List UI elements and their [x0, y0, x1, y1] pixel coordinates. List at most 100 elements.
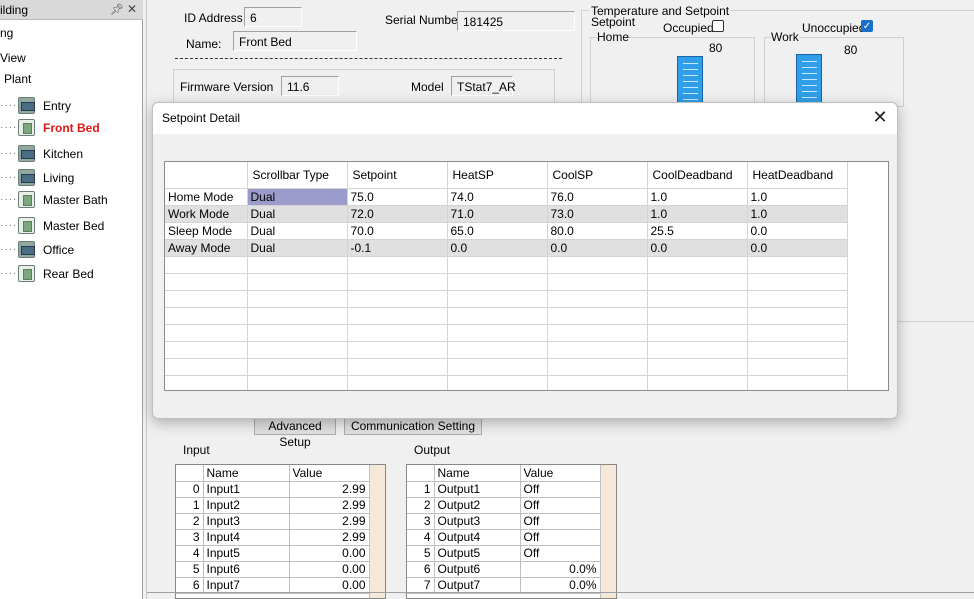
tree-device-item[interactable]: ····· Front Bed [0, 117, 142, 139]
advanced-setup-button[interactable]: Advanced Setup [254, 417, 336, 449]
dialog-titlebar[interactable]: Setpoint Detail ✕ [153, 103, 897, 134]
input-row[interactable]: 3 Input4 2.99 [176, 529, 370, 546]
detail-value-cell[interactable]: 0.0 [547, 239, 648, 257]
close-icon[interactable]: ✕ [127, 2, 137, 16]
tree-device-item[interactable]: ····· Living [0, 167, 142, 189]
input-name-cell[interactable]: Input3 [203, 513, 290, 530]
tree-device-item[interactable]: ····· Rear Bed [0, 263, 142, 285]
output-name-cell[interactable]: Output2 [434, 497, 521, 514]
mode-row[interactable]: Sleep Mode Dual 70.0 65.0 80.0 25.5 0.0 [165, 222, 848, 240]
input-name-cell[interactable]: Input7 [203, 577, 290, 594]
tree-node-plant[interactable]: Plant [4, 72, 31, 86]
detail-value-cell[interactable]: 0.0 [747, 239, 848, 257]
detail-value-cell[interactable]: Dual [247, 205, 348, 223]
output-value-cell[interactable]: Off [520, 545, 601, 562]
output-name-cell[interactable]: Output1 [434, 481, 521, 498]
input-row[interactable]: 1 Input2 2.99 [176, 497, 370, 514]
detail-value-cell[interactable]: 80.0 [547, 222, 648, 240]
detail-value-cell[interactable]: 70.0 [347, 222, 448, 240]
input-row[interactable]: 0 Input1 2.99 [176, 481, 370, 498]
detail-value-cell[interactable]: 1.0 [747, 188, 848, 206]
output-row[interactable]: 3 Output3 Off [407, 513, 601, 530]
firmware-version-field[interactable]: 11.6 [281, 76, 339, 96]
input-value-cell[interactable]: 0.00 [289, 545, 370, 562]
output-row[interactable]: 6 Output6 0.0% [407, 561, 601, 578]
output-value-cell[interactable]: Off [520, 481, 601, 498]
tree-device-item[interactable]: ····· Master Bed [0, 215, 142, 237]
output-value-cell[interactable]: Off [520, 513, 601, 530]
mode-row[interactable]: Home Mode Dual 75.0 74.0 76.0 1.0 1.0 [165, 188, 848, 206]
detail-value-cell[interactable]: 1.0 [647, 205, 748, 223]
home-setpoint-slider[interactable] [677, 56, 703, 106]
unoccupied-checkbox[interactable]: ✓ [861, 20, 873, 32]
input-grid[interactable]: Name Value 0 Input1 2.99 1 Input2 2.99 2 Input3 2.… [175, 464, 386, 599]
output-row[interactable]: 2 Output2 Off [407, 497, 601, 514]
detail-value-cell[interactable]: 65.0 [447, 222, 548, 240]
detail-value-cell[interactable]: 1.0 [747, 205, 848, 223]
tree-device-item[interactable]: ····· Master Bath [0, 189, 142, 211]
output-name-cell[interactable]: Output7 [434, 577, 521, 594]
serial-number-field[interactable]: 181425 [457, 11, 575, 31]
output-name-cell[interactable]: Output4 [434, 529, 521, 546]
output-row[interactable]: 7 Output7 0.0% [407, 577, 601, 594]
detail-value-cell[interactable]: 25.5 [647, 222, 748, 240]
communication-setting-button[interactable]: Communication Setting [344, 417, 482, 435]
input-grid-scrollbar[interactable] [369, 465, 385, 598]
output-value-cell[interactable]: Off [520, 497, 601, 514]
output-name-cell[interactable]: Output6 [434, 561, 521, 578]
output-grid[interactable]: Name Value 1 Output1 Off 2 Output2 Off 3 Output3 O… [406, 464, 617, 599]
model-field[interactable]: TStat7_AR [451, 76, 516, 96]
tree-node-building[interactable]: ng [0, 26, 13, 40]
output-row[interactable]: 1 Output1 Off [407, 481, 601, 498]
input-value-cell[interactable]: 0.00 [289, 577, 370, 594]
tree-device-item[interactable]: ····· Kitchen [0, 143, 142, 165]
output-row[interactable]: 5 Output5 Off [407, 545, 601, 562]
output-grid-scrollbar[interactable] [600, 465, 616, 598]
detail-value-cell[interactable]: Dual [247, 222, 348, 240]
detail-value-cell[interactable]: 74.0 [447, 188, 548, 206]
detail-value-cell[interactable]: -0.1 [347, 239, 448, 257]
detail-value-cell[interactable]: 0.0 [647, 239, 748, 257]
input-value-cell[interactable]: 2.99 [289, 481, 370, 498]
input-name-cell[interactable]: Input1 [203, 481, 290, 498]
mode-row[interactable]: Away Mode Dual -0.1 0.0 0.0 0.0 0.0 [165, 239, 848, 257]
detail-value-cell[interactable]: 0.0 [447, 239, 548, 257]
input-row[interactable]: 2 Input3 2.99 [176, 513, 370, 530]
work-setpoint-slider[interactable] [796, 54, 822, 106]
detail-value-cell[interactable]: 71.0 [447, 205, 548, 223]
id-address-field[interactable]: 6 [244, 7, 302, 27]
detail-value-cell[interactable]: 75.0 [347, 188, 448, 206]
pin-icon[interactable]: 📌︎ [110, 3, 124, 16]
input-row[interactable]: 6 Input7 0.00 [176, 577, 370, 594]
mode-row[interactable]: Work Mode Dual 72.0 71.0 73.0 1.0 1.0 [165, 205, 848, 223]
detail-value-cell[interactable]: Dual [247, 188, 348, 206]
input-value-cell[interactable]: 2.99 [289, 529, 370, 546]
input-value-cell[interactable]: 2.99 [289, 497, 370, 514]
detail-value-cell[interactable]: 73.0 [547, 205, 648, 223]
detail-value-cell[interactable]: 0.0 [747, 222, 848, 240]
input-row[interactable]: 4 Input5 0.00 [176, 545, 370, 562]
input-name-cell[interactable]: Input5 [203, 545, 290, 562]
detail-value-cell[interactable]: 72.0 [347, 205, 448, 223]
input-row[interactable]: 5 Input6 0.00 [176, 561, 370, 578]
detail-value-cell[interactable]: 1.0 [647, 188, 748, 206]
input-value-cell[interactable]: 2.99 [289, 513, 370, 530]
input-name-cell[interactable]: Input4 [203, 529, 290, 546]
output-value-cell[interactable]: 0.0% [520, 577, 601, 594]
output-value-cell[interactable]: Off [520, 529, 601, 546]
output-row[interactable]: 4 Output4 Off [407, 529, 601, 546]
setpoint-detail-grid[interactable]: Scrollbar Type Setpoint HeatSP CoolSP CoolDe… [164, 161, 889, 391]
tree-device-item[interactable]: ····· Office [0, 239, 142, 261]
close-icon[interactable]: ✕ [869, 107, 891, 129]
input-name-cell[interactable]: Input6 [203, 561, 290, 578]
output-value-cell[interactable]: 0.0% [520, 561, 601, 578]
output-name-cell[interactable]: Output5 [434, 545, 521, 562]
tree-node-view[interactable]: View [0, 51, 26, 65]
input-value-cell[interactable]: 0.00 [289, 561, 370, 578]
detail-value-cell[interactable]: 76.0 [547, 188, 648, 206]
name-field[interactable]: Front Bed [233, 31, 357, 51]
tree-device-item[interactable]: ····· Entry [0, 95, 142, 117]
detail-value-cell[interactable]: Dual [247, 239, 348, 257]
occupied-checkbox[interactable] [712, 20, 724, 32]
input-name-cell[interactable]: Input2 [203, 497, 290, 514]
